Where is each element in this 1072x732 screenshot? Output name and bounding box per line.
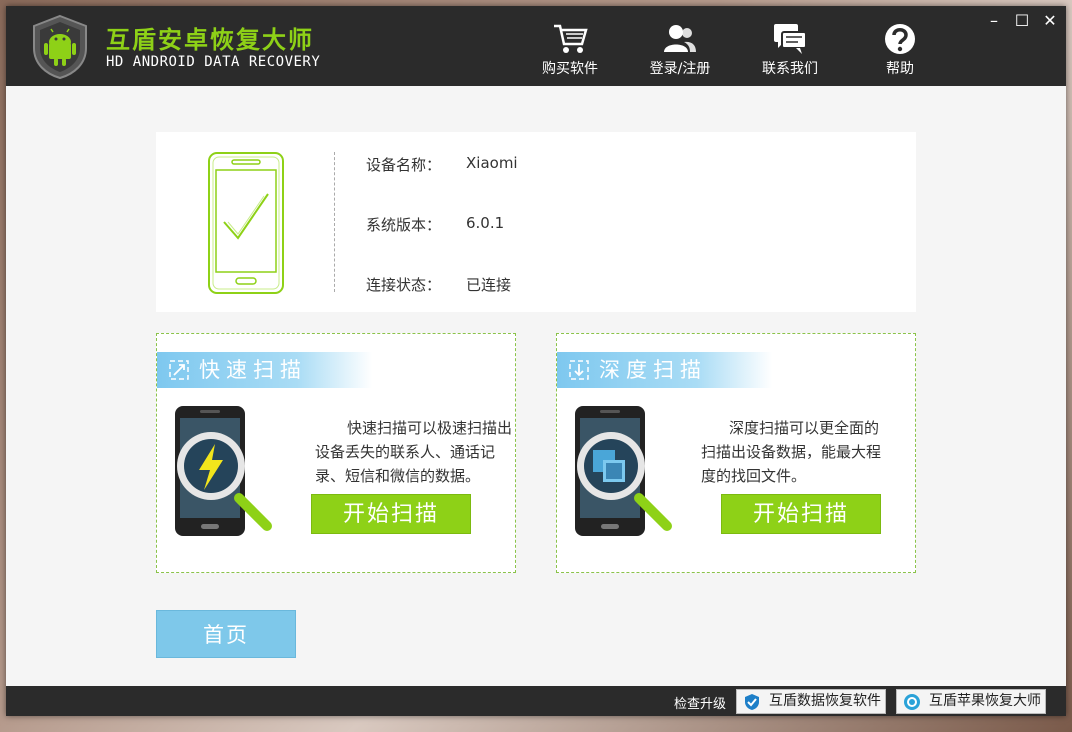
quick-desc-line-2: 设备丢失的联系人、通话记 [315,443,496,461]
connection-status-row: 连接状态： 已连接 [366,274,511,295]
quick-scan-title: 快速扫描 [199,358,307,382]
data-recovery-software-button[interactable]: 互盾数据恢复软件 [736,689,886,714]
data-recovery-shield-icon [745,694,759,710]
main-content: 设备名称： Xiaomi 系统版本： 6.0.1 连接状态： 已连接 快速扫描 [6,86,1066,686]
data-recovery-label: 互盾数据恢复软件 [769,693,881,709]
quick-scan-card: 快速扫描 快速扫描可以极速扫描出 设备丢失的联系人、通话记 录、短信和微信的数据… [156,333,516,573]
nav-contact-label: 联系我们 [762,61,818,77]
nav-buy-label: 购买软件 [542,61,598,77]
quick-scan-description: 快速扫描可以极速扫描出 设备丢失的联系人、通话记 录、短信和微信的数据。 [315,416,512,488]
deep-scan-card: 深度扫描 深度扫描可以更全面的 扫描出设备数据，能最大程 度的找回文件。 开始扫… [556,333,916,573]
deep-scan-description: 深度扫描可以更全面的 扫描出设备数据，能最大程 度的找回文件。 [701,416,881,488]
check-upgrade-link[interactable]: 检查升级 [674,693,726,712]
chat-icon [774,24,807,54]
deep-scan-banner: 深度扫描 [557,352,772,388]
deep-desc-line-2: 扫描出设备数据，能最大程 [701,443,882,461]
device-info-card: 设备名称： Xiaomi 系统版本： 6.0.1 连接状态： 已连接 [156,132,916,312]
nav-help-label: 帮助 [886,61,914,77]
phone-lightning-magnifier-icon [175,406,272,536]
deep-desc-line-3: 度的找回文件。 [701,467,807,485]
cart-icon [554,24,588,53]
maximize-button[interactable]: ☐ [1010,10,1034,32]
app-subtitle: HD ANDROID DATA RECOVERY [106,54,321,70]
quick-scan-start-button[interactable]: 开始扫描 [311,494,471,534]
quick-desc-line-3: 录、短信和微信的数据。 [315,467,481,485]
quick-scan-banner: 快速扫描 [157,352,372,388]
device-name-label: 设备名称： [366,156,442,174]
apple-recovery-button[interactable]: 互盾苹果恢复大师 [896,689,1046,714]
help-icon [885,24,915,54]
phone-connected-icon [208,152,284,294]
footer-bar: 检查升级 互盾数据恢复软件 互盾苹果恢复大师 [6,686,1066,716]
connection-status-label: 连接状态： [366,276,442,294]
deep-scan-icon [569,360,589,380]
quick-scan-icon [169,360,189,380]
apple-recovery-label: 互盾苹果恢复大师 [929,693,1041,709]
android-shield-logo-icon [33,14,87,80]
nav-login-register[interactable]: 登录/注册 [640,22,720,78]
nav-contact-us[interactable]: 联系我们 [750,22,830,78]
device-divider [334,152,335,292]
quick-desc-line-1: 快速扫描可以极速扫描出 [347,419,513,437]
system-version-value: 6.0.1 [466,214,505,232]
minimize-button[interactable]: – [982,10,1006,32]
device-name-row: 设备名称： Xiaomi [366,154,518,175]
apple-recovery-icon [904,694,920,710]
app-title: 互盾安卓恢复大师 [106,26,314,54]
title-bar: 互盾安卓恢复大师 HD ANDROID DATA RECOVERY 购买软件 登… [6,6,1066,86]
home-button[interactable]: 首页 [156,610,296,658]
phone-layers-magnifier-icon [575,406,672,536]
device-name-value: Xiaomi [466,154,518,172]
app-window: 互盾安卓恢复大师 HD ANDROID DATA RECOVERY 购买软件 登… [6,6,1066,716]
connection-status-value: 已连接 [466,276,512,294]
nav-help[interactable]: 帮助 [860,22,940,78]
deep-scan-title: 深度扫描 [599,358,707,382]
deep-scan-start-button[interactable]: 开始扫描 [721,494,881,534]
system-version-label: 系统版本： [366,216,442,234]
deep-desc-line-1: 深度扫描可以更全面的 [729,419,880,437]
close-button[interactable]: ✕ [1038,10,1062,32]
user-icon [664,25,696,52]
system-version-row: 系统版本： 6.0.1 [366,214,504,235]
nav-buy-software[interactable]: 购买软件 [530,22,610,78]
nav-login-label: 登录/注册 [649,61,711,77]
